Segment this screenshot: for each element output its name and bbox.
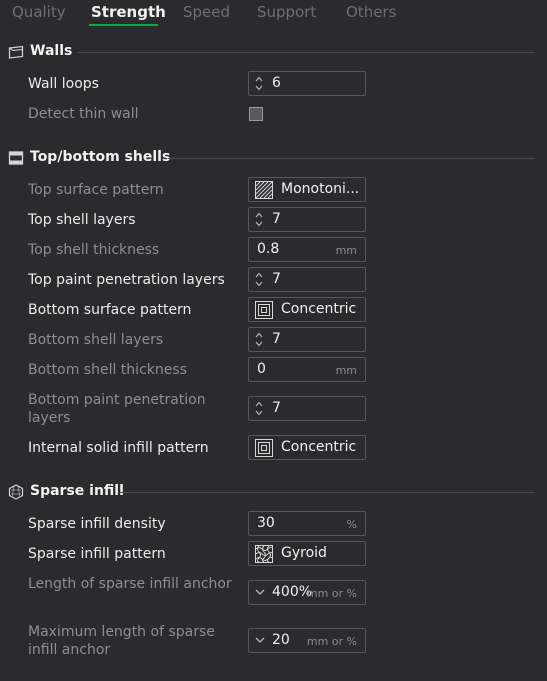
- section-infill: Sparse infill: [8, 482, 538, 502]
- label-infill-pattern: Sparse infill pattern: [28, 546, 166, 562]
- unit-label: mm: [335, 244, 357, 257]
- label-infill-density: Sparse infill density: [28, 516, 166, 532]
- label-bottom-shell-thickness: Bottom shell thickness: [28, 362, 187, 378]
- unit-label: mm: [335, 364, 357, 377]
- chevron-down-icon[interactable]: [254, 587, 266, 597]
- gyroid-pattern-icon: [255, 545, 273, 563]
- internal-solid-infill-value: Concentric: [281, 439, 357, 455]
- label-anchor-max: Maximum length of sparse infill anchor: [28, 624, 215, 658]
- detect-thin-wall-checkbox[interactable]: [249, 107, 263, 121]
- bottom-paint-penetration-value: 7: [272, 400, 281, 416]
- top-shell-layers-value: 7: [272, 211, 281, 227]
- internal-solid-infill-select[interactable]: Concentric: [248, 435, 366, 460]
- section-divider: [78, 52, 535, 53]
- infill-density-input[interactable]: 30 %: [248, 511, 366, 536]
- unit-label: mm or %: [306, 587, 357, 600]
- section-divider: [168, 158, 535, 159]
- top-paint-penetration-value: 7: [272, 271, 281, 287]
- unit-label: %: [346, 518, 357, 531]
- tab-speed[interactable]: Speed: [183, 3, 230, 21]
- tab-bar: Quality Strength Speed Support Others: [0, 0, 547, 28]
- label-detect-thin-wall: Detect thin wall: [28, 106, 139, 122]
- label-top-shell-thickness: Top shell thickness: [28, 242, 160, 258]
- section-divider: [120, 492, 535, 493]
- bottom-shell-layers-spinner[interactable]: 7: [248, 327, 366, 352]
- top-surface-pattern-value: Monotoni...: [281, 181, 360, 197]
- label-top-paint-penetration: Top paint penetration layers: [28, 272, 225, 288]
- spin-arrows-icon[interactable]: [253, 210, 265, 229]
- infill-pattern-value: Gyroid: [281, 545, 327, 561]
- wall-loops-value: 6: [272, 75, 281, 91]
- bottom-shell-thickness-input[interactable]: 0 mm: [248, 357, 366, 382]
- bottom-surface-pattern-select[interactable]: Concentric: [248, 297, 366, 322]
- tab-strength[interactable]: Strength: [91, 3, 166, 21]
- top-shell-layers-spinner[interactable]: 7: [248, 207, 366, 232]
- tab-support[interactable]: Support: [257, 3, 316, 21]
- chevron-down-icon[interactable]: [254, 635, 266, 645]
- top-shell-thickness-input[interactable]: 0.8 mm: [248, 237, 366, 262]
- spin-arrows-icon[interactable]: [253, 74, 265, 93]
- label-internal-solid-infill: Internal solid infill pattern: [28, 440, 209, 456]
- walls-icon: [8, 45, 24, 59]
- tab-quality[interactable]: Quality: [12, 3, 66, 21]
- concentric-pattern-icon: [255, 439, 273, 457]
- unit-label: mm or %: [306, 635, 357, 648]
- label-wall-loops: Wall loops: [28, 76, 99, 92]
- infill-density-value: 30: [257, 515, 275, 531]
- section-title-infill: Sparse infill: [30, 483, 124, 499]
- spin-arrows-icon[interactable]: [253, 330, 265, 349]
- hexagon-icon: [8, 484, 24, 500]
- section-shells: Top/bottom shells: [8, 148, 538, 168]
- anchor-max-combo[interactable]: 20 mm or %: [248, 628, 366, 653]
- top-shell-thickness-value: 0.8: [257, 241, 280, 257]
- anchor-length-combo[interactable]: 400% mm or %: [248, 580, 366, 605]
- section-title-walls: Walls: [30, 43, 73, 59]
- label-bottom-paint-penetration: Bottom paint penetration layers: [28, 392, 206, 426]
- label-top-surface-pattern: Top surface pattern: [28, 182, 164, 198]
- label-bottom-shell-layers: Bottom shell layers: [28, 332, 164, 348]
- label-top-shell-layers: Top shell layers: [28, 212, 136, 228]
- anchor-max-value: 20: [272, 632, 290, 648]
- shells-icon: [8, 151, 24, 165]
- top-surface-pattern-select[interactable]: Monotoni...: [248, 177, 366, 202]
- bottom-surface-pattern-value: Concentric: [281, 301, 357, 317]
- spin-arrows-icon[interactable]: [253, 270, 265, 289]
- concentric-pattern-icon: [255, 301, 273, 319]
- active-tab-indicator: [89, 24, 158, 26]
- wall-loops-spinner[interactable]: 6: [248, 71, 366, 96]
- section-walls: Walls: [8, 42, 538, 62]
- bottom-paint-penetration-spinner[interactable]: 7: [248, 396, 366, 421]
- label-anchor-length: Length of sparse infill anchor: [28, 576, 232, 592]
- bottom-shell-thickness-value: 0: [257, 361, 266, 377]
- bottom-shell-layers-value: 7: [272, 331, 281, 347]
- label-bottom-surface-pattern: Bottom surface pattern: [28, 302, 192, 318]
- infill-pattern-select[interactable]: Gyroid: [248, 541, 366, 566]
- monotonic-pattern-icon: [255, 181, 273, 199]
- section-title-shells: Top/bottom shells: [30, 149, 171, 165]
- top-paint-penetration-spinner[interactable]: 7: [248, 267, 366, 292]
- spin-arrows-icon[interactable]: [253, 399, 265, 418]
- tab-others[interactable]: Others: [346, 3, 396, 21]
